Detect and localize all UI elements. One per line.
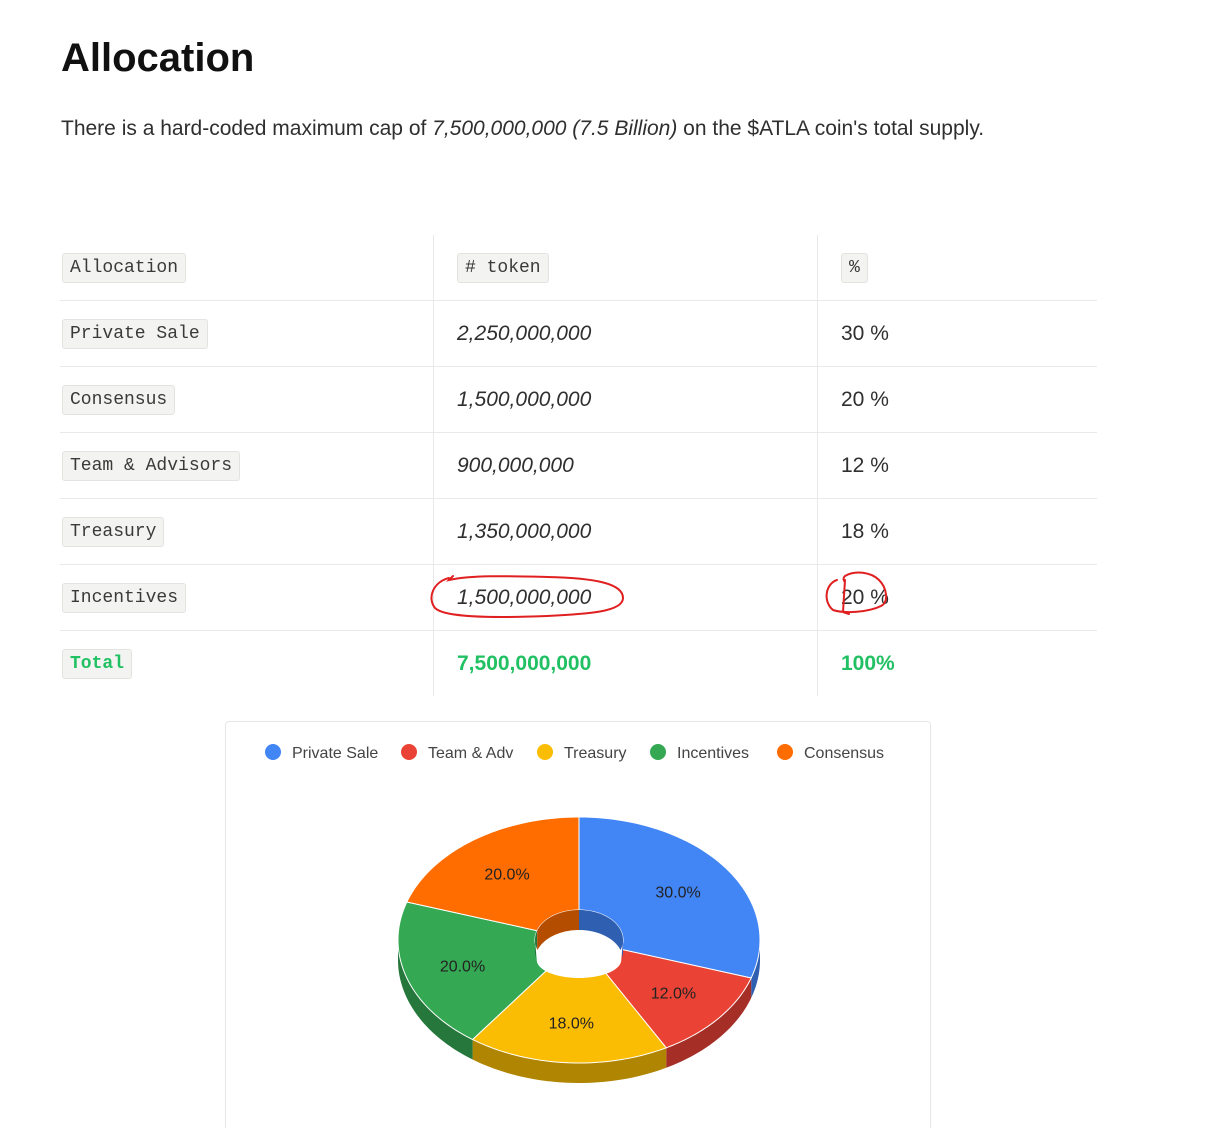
legend-item: Incentives xyxy=(650,744,749,762)
row-percent: 18 % xyxy=(841,519,889,543)
table-header-row: Allocation # token % xyxy=(60,235,1097,301)
row-name: Team & Advisors xyxy=(62,450,241,481)
legend-swatch xyxy=(265,744,281,760)
pie-slice-label: 30.0% xyxy=(655,885,700,902)
table-row: Treasury 1,350,000,000 18 % xyxy=(60,498,1097,565)
row-percent-circled: 20 % xyxy=(825,571,889,615)
intro-text-before: There is a hard-coded maximum cap of xyxy=(61,117,433,140)
header-cell-percent: % xyxy=(817,235,1097,301)
intro-text-after: on the $ATLA coin's total supply. xyxy=(677,117,985,140)
intro-cap-emphasis: 7,500,000,000 (7.5 Billion) xyxy=(432,117,678,140)
pie-slice-label: 20.0% xyxy=(440,959,485,976)
legend-item: Private Sale xyxy=(265,744,378,762)
row-percent: 20 % xyxy=(841,585,889,609)
row-name: Treasury xyxy=(62,516,165,547)
total-label: Total xyxy=(62,648,133,679)
page: Allocation There is a hard-coded maximum… xyxy=(0,0,1207,1128)
allocation-table: Allocation # token % Private Sale 2,250,… xyxy=(60,235,1097,696)
legend-item: Consensus xyxy=(777,744,884,762)
row-tokens: 900,000,000 xyxy=(457,453,574,477)
row-percent: 12 % xyxy=(841,453,889,477)
legend-swatch xyxy=(650,744,666,760)
legend-label: Treasury xyxy=(564,745,627,762)
page-title: Allocation xyxy=(61,36,255,80)
pie-slice-label: 18.0% xyxy=(549,1015,594,1032)
row-name: Private Sale xyxy=(62,318,208,349)
legend-swatch xyxy=(777,744,793,760)
row-percent: 20 % xyxy=(841,387,889,411)
pie-slice-label: 12.0% xyxy=(651,986,696,1003)
header-cell-allocation: Allocation xyxy=(60,235,434,301)
table-row: Incentives 1,500,000,000 20 % xyxy=(60,564,1097,631)
legend-label: Team & Adv xyxy=(428,745,513,762)
pie-slice-label: 20.0% xyxy=(484,866,529,883)
row-tokens: 2,250,000,000 xyxy=(457,321,592,345)
header-percent: % xyxy=(841,252,868,283)
row-name: Incentives xyxy=(62,582,187,613)
legend-label: Consensus xyxy=(804,745,884,762)
row-tokens: 1,350,000,000 xyxy=(457,519,592,543)
intro-paragraph: There is a hard-coded maximum cap of 7,5… xyxy=(61,114,984,144)
header-cell-token: # token xyxy=(433,235,818,301)
header-allocation: Allocation xyxy=(62,252,187,283)
row-name: Consensus xyxy=(62,384,176,415)
legend-item: Team & Adv xyxy=(401,744,513,762)
pie-chart-card: Private Sale Team & Adv Treasury Incentives… xyxy=(225,721,931,1128)
header-token: # token xyxy=(457,252,549,283)
pie-chart: Private Sale Team & Adv Treasury Incentives… xyxy=(265,744,884,1083)
pie-hole xyxy=(535,910,623,978)
legend-item: Treasury xyxy=(537,744,627,762)
row-tokens: 1,500,000,000 xyxy=(457,387,592,411)
table-row: Team & Advisors 900,000,000 12 % xyxy=(60,432,1097,499)
table-row: Private Sale 2,250,000,000 30 % xyxy=(60,300,1097,367)
row-tokens: 1,500,000,000 xyxy=(457,585,592,609)
row-tokens-circled: 1,500,000,000 xyxy=(430,574,625,618)
legend-swatch xyxy=(401,744,417,760)
pie-hole-opening xyxy=(535,940,623,978)
total-percent: 100% xyxy=(841,651,895,675)
legend-label: Incentives xyxy=(677,745,749,762)
table-row: Consensus 1,500,000,000 20 % xyxy=(60,366,1097,433)
total-tokens: 7,500,000,000 xyxy=(457,651,592,675)
legend-label: Private Sale xyxy=(292,745,378,762)
legend-swatch xyxy=(537,744,553,760)
table-total-row: Total 7,500,000,000 100% xyxy=(60,630,1097,696)
row-percent: 30 % xyxy=(841,321,889,345)
